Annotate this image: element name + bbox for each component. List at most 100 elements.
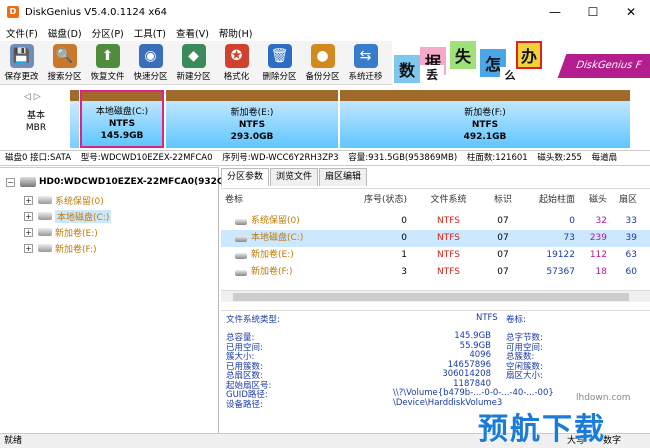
cell-head: 32 — [595, 216, 607, 226]
expand-icon[interactable]: + — [24, 211, 33, 221]
cell-id: 07 — [497, 250, 509, 260]
toolbar-label: 新建分区 — [176, 72, 211, 82]
expand-icon[interactable]: + — [24, 243, 33, 253]
menu-file[interactable]: 文件(F) — [6, 26, 38, 40]
detail-value: 14657896 — [447, 359, 491, 370]
toolbar-label: 备份分区 — [305, 72, 340, 82]
cell-fs: NTFS — [437, 250, 460, 260]
tree-partition-node[interactable]: + 系统保留(0) — [24, 192, 104, 208]
detail-value: 306014208 — [442, 369, 491, 379]
tab-browse-files[interactable]: 浏览文件 — [270, 168, 319, 186]
toolbar-button-3[interactable]: ◉ 快速分区 — [129, 41, 172, 85]
cell-num: 1 — [401, 250, 407, 260]
detail-value: 145.9GB — [454, 331, 491, 341]
partition-name: 新加卷(F:) — [464, 107, 506, 118]
hard-disk-icon — [20, 177, 36, 187]
detail-value: 55.9GB — [459, 340, 491, 351]
toolbar-label: 系统迁移 — [348, 72, 383, 82]
cell-sec: 39 — [625, 233, 637, 243]
table-row[interactable]: 新加卷(E:) 1 NTFS 07 19122 112 63 — [221, 247, 650, 264]
migrate-icon: ⇆ — [353, 44, 378, 68]
maximize-button[interactable]: ☐ — [574, 0, 612, 24]
partition-fs: NTFS — [108, 118, 136, 129]
tree-partition-node[interactable]: + 新加卷(E:) — [24, 224, 98, 240]
banner-char: 数 — [394, 55, 420, 83]
partition-icon — [38, 228, 52, 236]
partition-fs: NTFS — [471, 119, 499, 130]
minimize-button[interactable]: — — [536, 0, 574, 24]
table-row[interactable]: 系统保留(0) 0 NTFS 07 0 32 33 — [221, 213, 650, 230]
window-title: DiskGenius V5.4.0.1124 x64 — [25, 6, 167, 18]
tab-partition-params[interactable]: 分区参数 — [221, 168, 270, 186]
disk-sectors: 每道扇 — [591, 153, 618, 163]
partition-block-c[interactable]: 本地磁盘(C:) NTFS 145.9GB — [80, 90, 164, 148]
tree-partition-node[interactable]: + 新加卷(F:) — [24, 240, 97, 256]
diskgenius-window: D DiskGenius V5.4.0.1124 x64 — ☐ ✕ 文件(F)… — [0, 0, 650, 448]
tree-disk-node[interactable]: − HD0:WDCWD10EZEX-22MFCA0(932G — [6, 174, 224, 190]
toolbar-button-7[interactable]: ● 备份分区 — [301, 41, 344, 85]
partition-icon — [38, 244, 52, 252]
right-panel: 分区参数 浏览文件 扇区编辑 卷标 序号(状态) 文件系统 标识 起始柱面 磁头 扇区 系统保… — [221, 168, 650, 433]
column-header: 磁头 — [588, 195, 607, 205]
detail-value: 4096 — [469, 350, 491, 360]
table-header: 卷标 序号(状态) 文件系统 标识 起始柱面 磁头 扇区 — [221, 192, 650, 209]
partition-block-f[interactable]: 新加卷(F:) NTFS 492.1GB — [340, 90, 630, 148]
tree-partition-label: 系统保留(0) — [55, 196, 104, 207]
toolbar-button-1[interactable]: 🔍 搜索分区 — [43, 41, 86, 85]
table-row[interactable]: 本地磁盘(C:) 0 NTFS 07 73 239 39 — [221, 230, 650, 247]
menu-disk[interactable]: 磁盘(D) — [48, 26, 82, 40]
partition-icon — [235, 236, 247, 242]
tree-partition-label: 新加卷(F:) — [55, 244, 97, 255]
fs-type-value: NTFS — [476, 313, 498, 323]
toolbar-label: 搜索分区 — [47, 72, 82, 82]
menu-partition[interactable]: 分区(P) — [92, 26, 124, 40]
expand-icon[interactable]: + — [24, 195, 33, 205]
app-icon: D — [7, 6, 19, 18]
disk-serial: 序列号:WD-WCC6Y2RH3ZP3 — [222, 153, 339, 163]
menu-tools[interactable]: 工具(T) — [134, 26, 166, 40]
cell-sec: 63 — [625, 250, 637, 260]
detail-key: 扇区大小: — [506, 371, 543, 381]
partition-size: 293.0GB — [230, 131, 274, 142]
menu-bar: 文件(F) 磁盘(D) 分区(P) 工具(T) 查看(V) 帮助(H) — [0, 24, 650, 41]
cell-num: 3 — [401, 267, 407, 277]
partition-icon — [235, 219, 247, 225]
toolbar-button-0[interactable]: 💾 保存更改 — [0, 41, 43, 85]
system-reserved-block[interactable] — [70, 90, 79, 148]
toolbar-button-2[interactable]: ⬆ 恢复文件 — [86, 41, 129, 85]
toolbar-button-5[interactable]: ✪ 格式化 — [215, 41, 258, 85]
cell-fs: NTFS — [437, 233, 460, 243]
banner-char: 丢 — [420, 65, 444, 83]
toolbar-button-8[interactable]: ⇆ 系统迁移 — [344, 41, 387, 85]
toolbar-label: 保存更改 — [4, 72, 39, 82]
banner-char: 办 — [516, 41, 542, 69]
menu-view[interactable]: 查看(V) — [176, 26, 209, 40]
column-header: 起始柱面 — [538, 195, 575, 205]
caps-indicator: 大写 — [567, 436, 586, 446]
tab-sector-editor[interactable]: 扇区编辑 — [319, 168, 368, 186]
ad-banner[interactable]: 数 据 丢 失 怎 么 办 DiskGenius F — [392, 41, 650, 85]
status-text: 就绪 — [4, 436, 23, 446]
menu-help[interactable]: 帮助(H) — [219, 26, 253, 40]
expand-icon[interactable]: + — [24, 227, 33, 237]
tree-partition-node[interactable]: + 本地磁盘(C:) — [24, 208, 112, 224]
disk-cylinders: 柱面数:121601 — [466, 153, 528, 163]
disk-nav-arrows[interactable]: ◁ ▷ — [24, 92, 41, 102]
cell-cyl: 57367 — [546, 267, 575, 277]
scrollbar-thumb[interactable] — [233, 293, 629, 301]
partition-fs: NTFS — [238, 119, 266, 130]
title-bar: D DiskGenius V5.4.0.1124 x64 — ☐ ✕ — [0, 0, 650, 24]
toolbar-button-6[interactable]: 🗑 删除分区 — [258, 41, 301, 85]
table-row[interactable]: 新加卷(F:) 3 NTFS 07 57367 18 60 — [221, 264, 650, 281]
toolbar-button-4[interactable]: ◆ 新建分区 — [172, 41, 215, 85]
tab-bar: 分区参数 浏览文件 扇区编辑 — [221, 168, 368, 186]
collapse-icon[interactable]: − — [6, 177, 15, 187]
column-header: 标识 — [493, 195, 512, 205]
num-indicator: 数字 — [603, 436, 622, 446]
partition-icon — [38, 212, 52, 220]
horizontal-scrollbar[interactable] — [221, 290, 650, 302]
close-button[interactable]: ✕ — [612, 0, 650, 24]
guid-value: \\?\Volume{b479b-...-0-0-...-40-...-00} — [393, 388, 554, 398]
detail-value: 1187840 — [453, 378, 491, 389]
partition-block-e[interactable]: 新加卷(E:) NTFS 293.0GB — [166, 90, 338, 148]
